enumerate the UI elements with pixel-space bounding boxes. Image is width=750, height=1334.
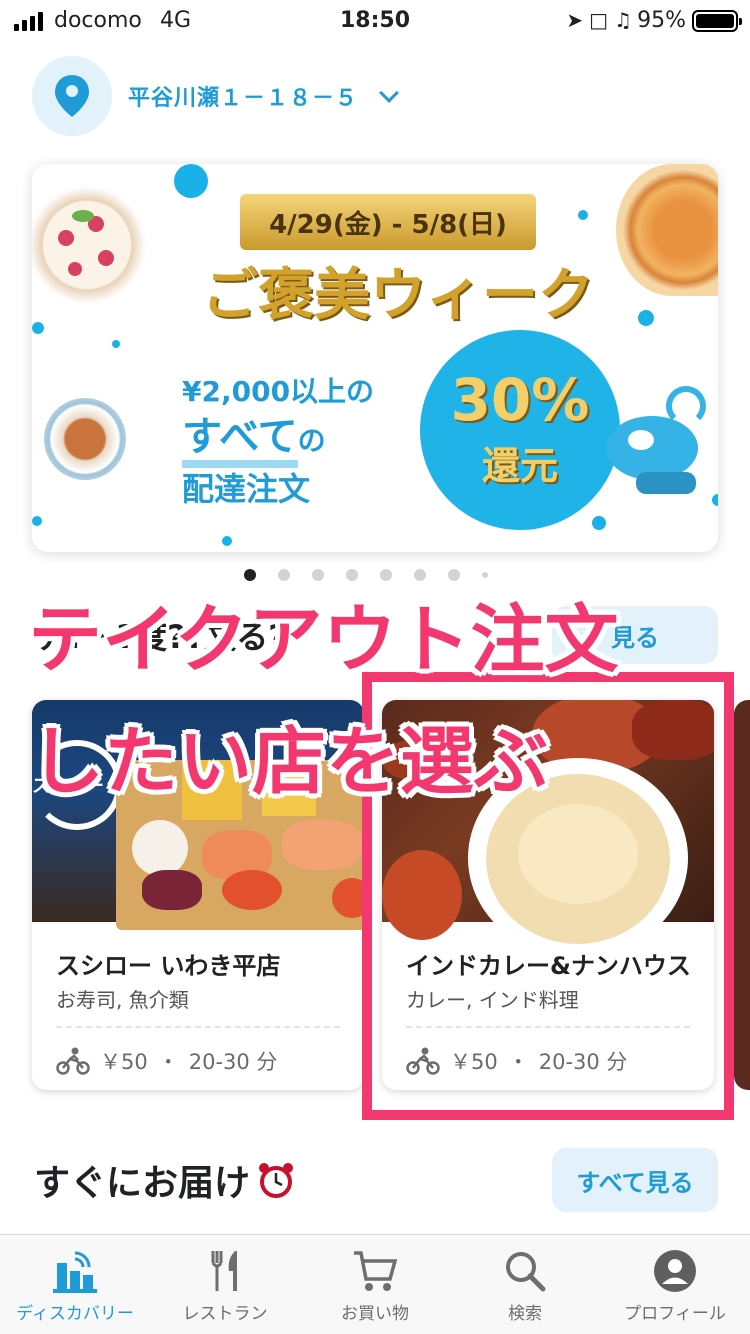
tab-label: レストラン	[182, 1304, 268, 1324]
tab-label: お買い物	[341, 1304, 409, 1324]
banner-line-2: すべての	[182, 404, 326, 468]
mascot-image	[606, 386, 710, 496]
annotation-line-1: テイクアウト注文	[28, 597, 619, 683]
tab-restaurants[interactable]: レストラン	[150, 1235, 300, 1334]
meta-separator: ・	[157, 1050, 179, 1074]
profile-icon	[654, 1250, 696, 1292]
restaurant-card-peek[interactable]	[734, 700, 750, 1090]
status-bar: docomo 4G 18:50 ➤□♫ 95%	[0, 0, 750, 40]
tab-label: ディスカバリー	[16, 1304, 134, 1324]
chevron-down-icon	[379, 83, 399, 103]
restaurant-name: スシロー いわき平店	[56, 952, 281, 980]
pizza-image	[616, 164, 718, 296]
search-icon	[506, 1252, 546, 1292]
dessert-plate-image	[32, 186, 146, 304]
tab-search[interactable]: 検索	[450, 1235, 600, 1334]
delivery-time: 20-30 分	[188, 1050, 278, 1074]
restaurant-category: お寿司, 魚介類	[56, 988, 189, 1012]
tab-label: 検索	[508, 1304, 542, 1324]
pasta-plate-image	[44, 398, 126, 480]
address-text: 平谷川瀬１－１８－５	[128, 86, 359, 111]
date-ribbon: 4/29(金) - 5/8(日)	[240, 194, 536, 250]
promo-banner[interactable]: 4/29(金) - 5/8(日) ご褒美ウィーク ¥2,000以上の すべての …	[32, 164, 718, 552]
discount-value: 30%	[450, 365, 590, 434]
battery-icon	[692, 10, 742, 32]
section-title-fast-delivery: すぐにお届け	[34, 1154, 296, 1206]
discount-label: 還元	[481, 443, 558, 488]
delivery-info: ￥50 ・ 20-30 分	[56, 1046, 277, 1076]
divider	[56, 1026, 340, 1028]
banner-headline: ご褒美ウィーク	[202, 263, 594, 328]
bottom-tab-bar: ディスカバリー レストラン お買い物 検索 プロフィール	[0, 1234, 750, 1334]
battery-percent: 95%	[637, 8, 686, 33]
delivery-bike-icon	[56, 1047, 90, 1075]
map-pin-icon	[32, 56, 112, 136]
tab-discovery[interactable]: ディスカバリー	[0, 1235, 150, 1334]
cart-icon	[354, 1251, 398, 1291]
tab-profile[interactable]: プロフィール	[600, 1235, 750, 1334]
section-title-text: すぐにお届け	[34, 1163, 251, 1204]
banner-line-3: 配達注文	[182, 470, 311, 508]
annotation-line-2: したい店を選ぶ	[30, 719, 548, 805]
alarm-clock-icon	[259, 1163, 294, 1198]
status-icons: ➤□♫	[566, 8, 638, 32]
delivery-fee: ￥50	[100, 1050, 148, 1074]
tab-shopping[interactable]: お買い物	[300, 1235, 450, 1334]
pager-dot[interactable]	[482, 572, 488, 578]
fork-knife-icon	[211, 1251, 237, 1291]
see-all-button[interactable]: すべて見る	[552, 1148, 718, 1212]
discount-badge: 30% 還元	[420, 330, 620, 530]
discovery-icon	[53, 1251, 97, 1293]
tab-label: プロフィール	[624, 1304, 726, 1324]
address-selector[interactable]: 平谷川瀬１－１８－５	[32, 56, 399, 136]
